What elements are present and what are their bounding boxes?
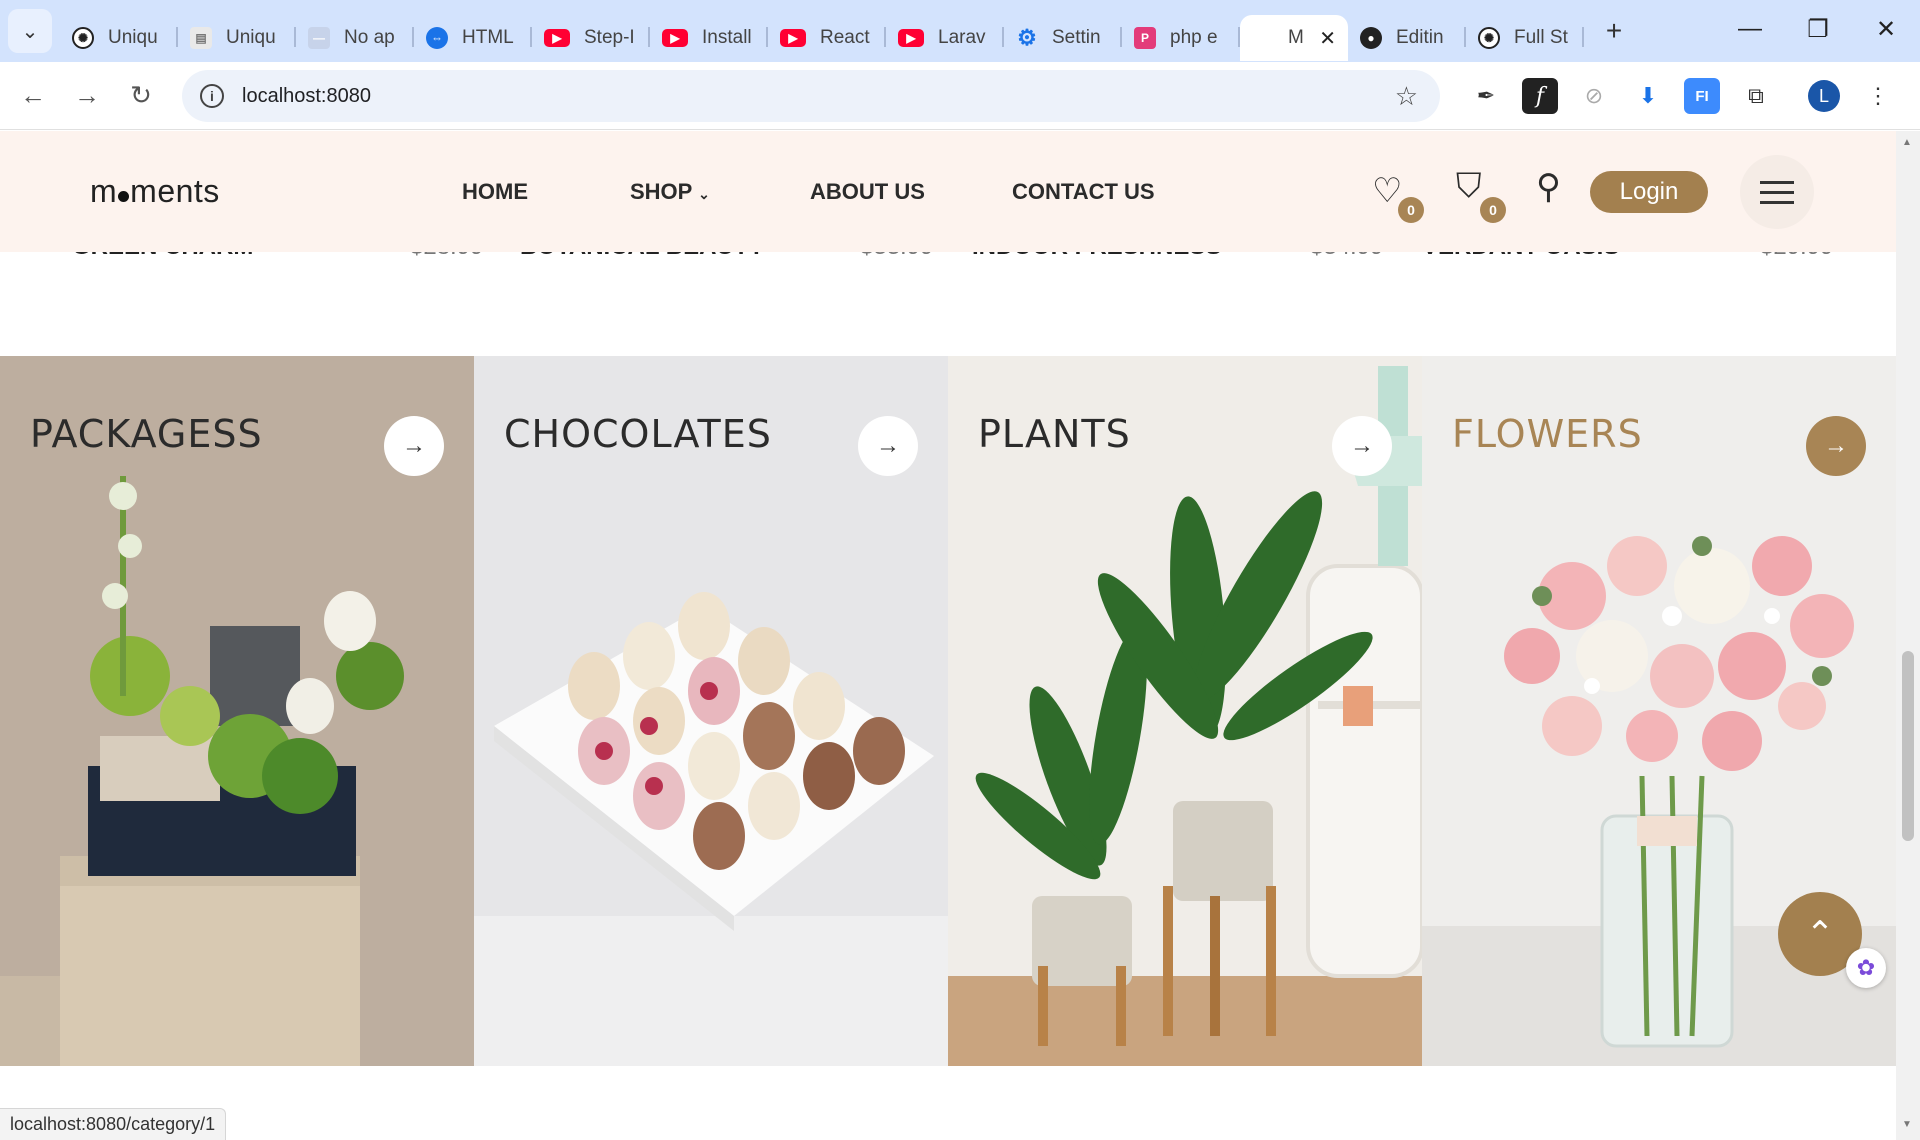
toolbar: ← → ↻ i localhost:8080 ☆ ✒ f ⊘ ⬇ FI ⧉ L … xyxy=(0,62,1920,130)
reload-button[interactable]: ↻ xyxy=(114,80,168,111)
nav-home[interactable]: HOME xyxy=(462,179,528,205)
nav-about[interactable]: ABOUT US xyxy=(810,179,925,205)
html-icon: ⇔ xyxy=(426,27,448,49)
chevron-down-icon: ⌄ xyxy=(21,20,39,43)
arrow-right-icon: → xyxy=(1350,432,1374,459)
tab-8[interactable]: ⚙ Settin xyxy=(1004,15,1122,61)
tab-6[interactable]: ▶ React xyxy=(768,15,886,61)
restore-button[interactable]: ❐ xyxy=(1784,0,1852,58)
phpstorm-icon: P xyxy=(1134,27,1156,49)
function-extension-icon[interactable]: f xyxy=(1522,78,1558,114)
wishlist-count-badge: 0 xyxy=(1398,197,1424,223)
category-grid: PACKAGESS → CHOCOLATES → PLANTS → FLOWER… xyxy=(0,356,1896,1066)
url-text[interactable]: localhost:8080 xyxy=(242,85,371,108)
restore-icon: ❐ xyxy=(1807,15,1829,43)
plus-icon: + xyxy=(1605,15,1623,46)
bookmark-star-icon[interactable]: ☆ xyxy=(1395,81,1418,112)
back-button[interactable]: ← xyxy=(6,80,60,111)
loading-icon: — xyxy=(308,27,330,49)
category-title: FLOWERS xyxy=(1452,412,1643,456)
compass-extension-icon[interactable]: ⊘ xyxy=(1576,78,1612,114)
status-bar-url: localhost:8080/category/1 xyxy=(0,1108,227,1140)
close-icon: ✕ xyxy=(1875,15,1897,43)
category-card-packages[interactable]: PACKAGESS → xyxy=(0,356,474,1066)
tab-4[interactable]: ▶ Step-I xyxy=(532,15,650,61)
new-tab-button[interactable]: + xyxy=(1594,15,1634,47)
search-icon[interactable]: ⚲ xyxy=(1536,167,1561,207)
page-scrollbar[interactable]: ▲ ▼ xyxy=(1896,131,1920,1140)
arrow-right-icon: → xyxy=(402,432,426,459)
shopping-bag-icon[interactable]: ⛉ xyxy=(1456,167,1482,206)
forward-button[interactable]: → xyxy=(60,80,114,111)
minimize-button[interactable]: — xyxy=(1716,0,1784,58)
minimize-icon: — xyxy=(1738,15,1762,42)
scrollbar-thumb[interactable] xyxy=(1902,651,1914,841)
login-button[interactable]: Login xyxy=(1590,171,1708,213)
site-header: m ments HOME SHOP ⌄ ABOUT US CONTACT US ♡… xyxy=(0,131,1896,252)
download-extension-icon[interactable]: ⬇ xyxy=(1630,78,1666,114)
nav-contact[interactable]: CONTACT US xyxy=(1012,179,1155,205)
category-arrow-button[interactable]: → xyxy=(384,416,444,476)
profile-avatar[interactable]: L xyxy=(1806,78,1842,114)
document-icon: ▤ xyxy=(190,27,212,49)
category-arrow-button[interactable]: → xyxy=(1332,416,1392,476)
tab-0[interactable]: ✺ Uniqu xyxy=(60,15,178,61)
close-window-button[interactable]: ✕ xyxy=(1852,0,1920,58)
puzzle-extensions-icon[interactable]: ⧉ xyxy=(1738,78,1774,114)
scroll-down-icon[interactable]: ▼ xyxy=(1902,1119,1912,1130)
chevron-up-icon: ⌃ xyxy=(1805,915,1835,953)
tab-12[interactable]: ✺ Full St xyxy=(1466,15,1584,61)
openai-icon: ✺ xyxy=(1478,27,1500,49)
arrow-right-icon: → xyxy=(74,80,100,110)
window-controls: — ❐ ✕ xyxy=(1716,0,1920,58)
category-arrow-button[interactable]: → xyxy=(1806,416,1866,476)
extensions-area: ✒ f ⊘ ⬇ FI ⧉ L ⋮ xyxy=(1468,78,1914,114)
close-tab-icon[interactable]: ✕ xyxy=(1319,26,1336,51)
youtube-icon: ▶ xyxy=(544,29,570,47)
chevron-down-icon: ⌄ xyxy=(698,186,710,202)
web-page: GREEN CHARM $28.99 BOTANICAL BEAUTY $33.… xyxy=(0,131,1896,1140)
tab-9[interactable]: Pphp e xyxy=(1122,15,1240,61)
category-arrow-button[interactable]: → xyxy=(858,416,918,476)
site-info-icon[interactable]: i xyxy=(200,84,224,108)
cart-count-badge: 0 xyxy=(1480,197,1506,223)
tab-2[interactable]: — No ap xyxy=(296,15,414,61)
reload-icon: ↻ xyxy=(130,80,152,110)
tab-bar: ⌄ ✺ Uniqu ▤ Uniqu — No ap ⇔ HTML ▶ Step-I ▶ In… xyxy=(0,0,1920,62)
youtube-icon: ▶ xyxy=(780,29,806,47)
openai-icon: ✺ xyxy=(72,27,94,49)
arrow-right-icon: → xyxy=(876,432,900,459)
category-title: PACKAGESS xyxy=(30,412,263,456)
eyedropper-extension-icon[interactable]: ✒ xyxy=(1468,78,1504,114)
nav-shop[interactable]: SHOP ⌄ xyxy=(630,179,710,205)
arrow-left-icon: ← xyxy=(20,80,46,110)
tab-7[interactable]: ▶ Larav xyxy=(886,15,1004,61)
arrow-right-icon: → xyxy=(1824,432,1848,459)
tab-5[interactable]: ▶ Install xyxy=(650,15,768,61)
logo-dot xyxy=(118,191,130,202)
fi-extension-icon[interactable]: FI xyxy=(1684,78,1720,114)
category-title: CHOCOLATES xyxy=(504,412,772,456)
tab-11[interactable]: ● Editin xyxy=(1348,15,1466,61)
scroll-up-icon[interactable]: ▲ xyxy=(1902,137,1912,148)
category-card-chocolates[interactable]: CHOCOLATES → xyxy=(474,356,948,1066)
youtube-icon: ▶ xyxy=(662,29,688,47)
tab-3[interactable]: ⇔ HTML xyxy=(414,15,532,61)
site-logo[interactable]: m ments xyxy=(90,173,220,210)
browser-window: ⌄ ✺ Uniqu ▤ Uniqu — No ap ⇔ HTML ▶ Step-I ▶ In… xyxy=(0,0,1920,1140)
github-icon: ● xyxy=(1360,27,1382,49)
ai-assistant-icon[interactable]: ✿ xyxy=(1846,948,1886,988)
tab-1[interactable]: ▤ Uniqu xyxy=(178,15,296,61)
youtube-icon: ▶ xyxy=(898,29,924,47)
kebab-menu-icon[interactable]: ⋮ xyxy=(1860,78,1896,114)
category-card-plants[interactable]: PLANTS → xyxy=(948,356,1422,1066)
category-title: PLANTS xyxy=(978,412,1131,456)
address-bar[interactable]: i localhost:8080 ☆ xyxy=(182,70,1440,122)
hamburger-menu-button[interactable] xyxy=(1740,155,1814,229)
moments-icon xyxy=(1252,27,1274,49)
tab-search-button[interactable]: ⌄ xyxy=(8,9,52,53)
tab-10-active[interactable]: M ✕ xyxy=(1240,15,1348,61)
settings-icon: ⚙ xyxy=(1017,25,1037,50)
